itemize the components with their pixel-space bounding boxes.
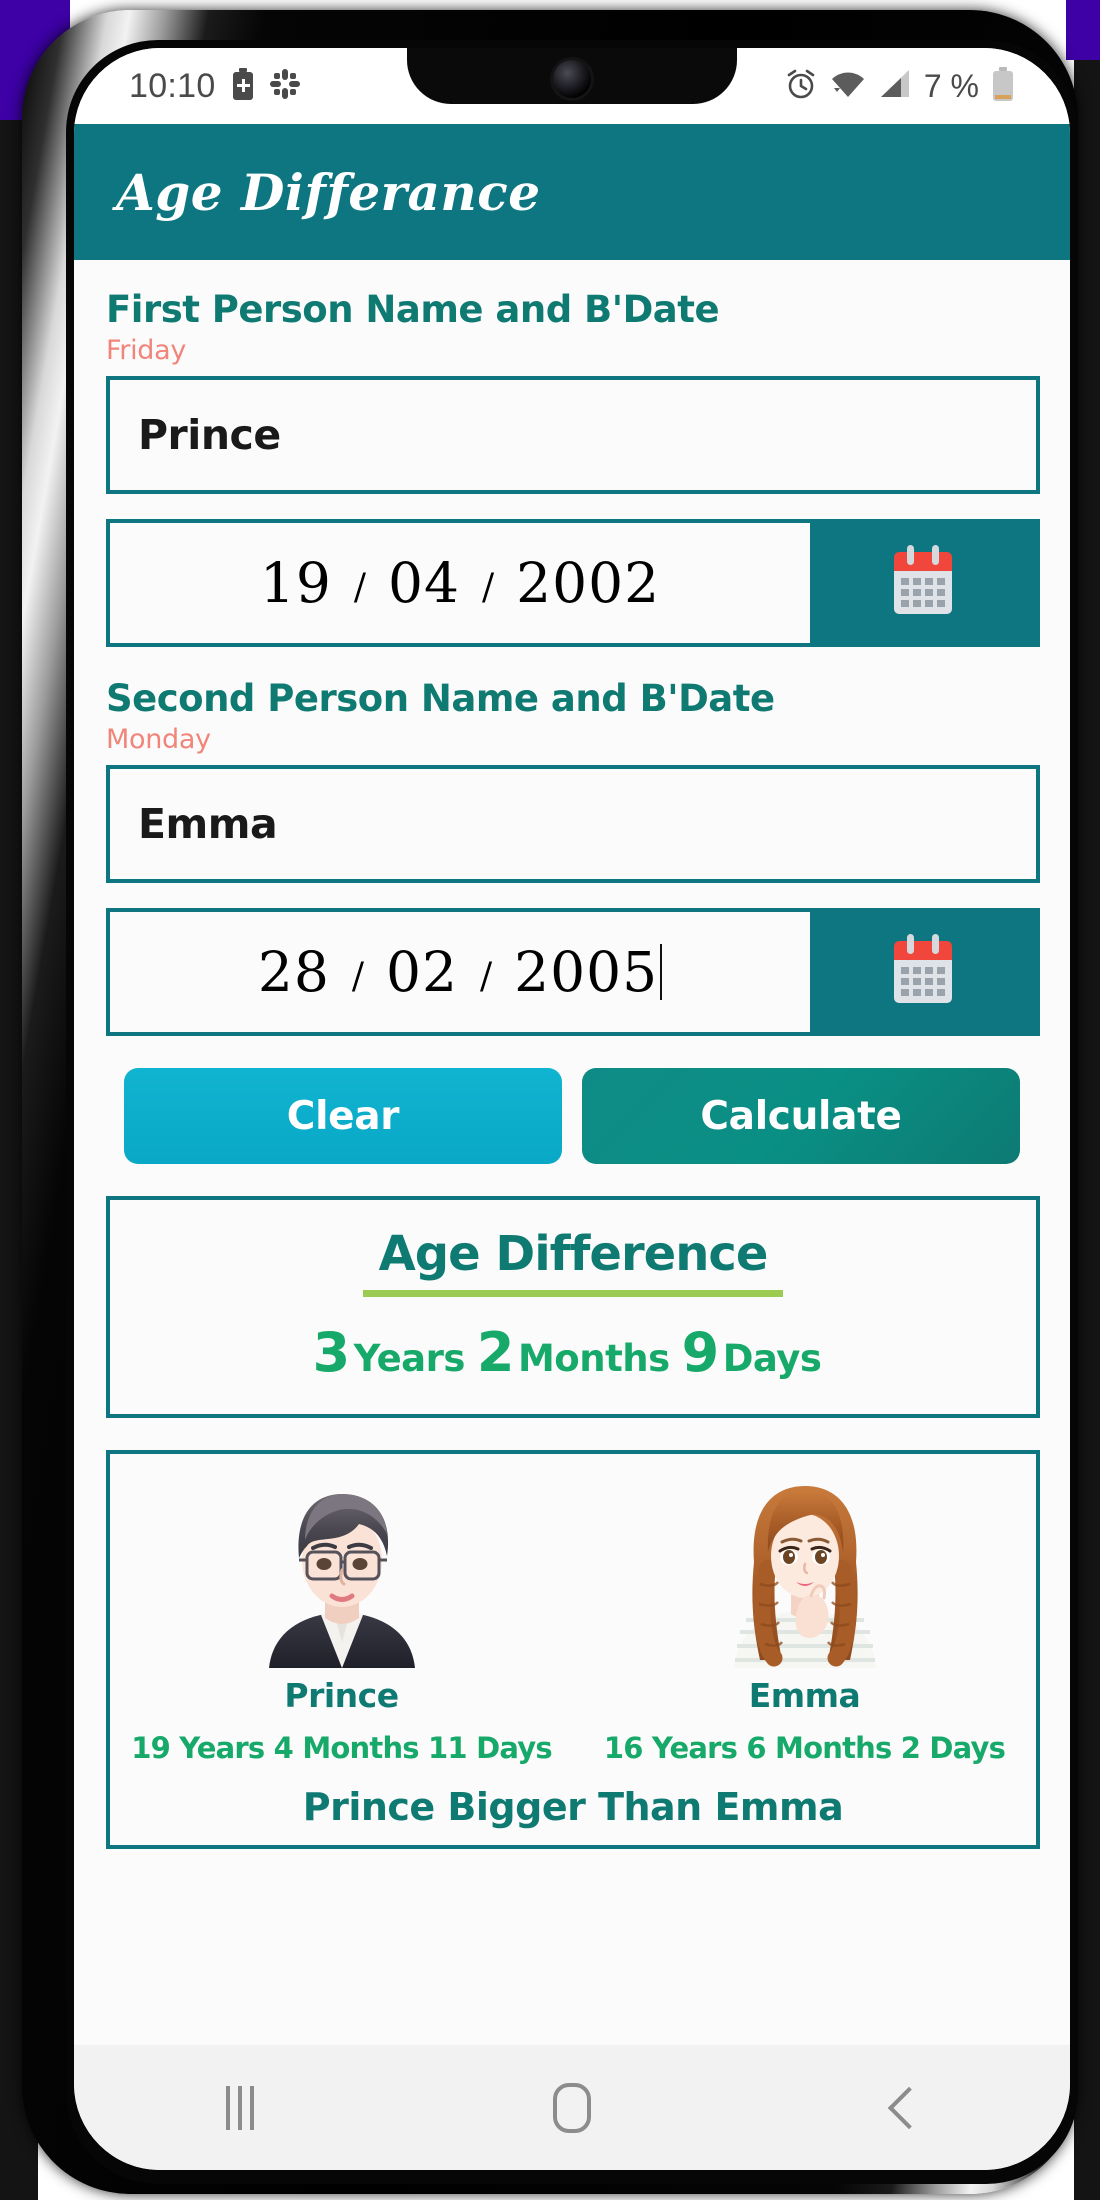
signal-icon xyxy=(879,69,911,103)
first-person-section-label: First Person Name and B'Date xyxy=(106,288,720,331)
second-person-date-row: 28 / 02 / 2005 xyxy=(106,908,1040,1036)
text-cursor xyxy=(660,944,663,1000)
first-person-calendar-button[interactable] xyxy=(810,523,1036,643)
person-two-block: Emma xyxy=(615,1472,995,1715)
ages-row: 19 Years 4 Months 11 Days 16 Years 6 Mon… xyxy=(110,1731,1036,1765)
front-camera-icon xyxy=(553,60,591,98)
second-person-name-input[interactable]: Emma xyxy=(106,765,1040,883)
alarm-icon xyxy=(785,68,817,104)
battery-charging-icon xyxy=(232,68,254,104)
first-person-date-input[interactable]: 19 / 04 / 2002 xyxy=(110,523,810,643)
difference-years-unit: Years xyxy=(353,1337,466,1380)
date-separator: / xyxy=(353,566,366,608)
second-person-section-label: Second Person Name and B'Date xyxy=(106,677,775,720)
comparison-verdict: Prince Bigger Than Emma xyxy=(302,1785,844,1829)
male-avatar xyxy=(268,1494,415,1668)
phone-frame: 10:10 7 % Age Differance First Person Na… xyxy=(22,10,1078,2194)
home-icon xyxy=(553,2082,591,2133)
calendar-icon xyxy=(894,545,952,614)
second-person-day: 28 xyxy=(257,940,330,1004)
result-title-underline xyxy=(363,1290,783,1297)
difference-days-unit: Days xyxy=(722,1337,822,1380)
backdrop-purple-top-right xyxy=(1066,0,1100,60)
person-comparison-card: Prince Emma 19 Years 4 Months 11 Days 16… xyxy=(106,1450,1040,1849)
first-person-name-input[interactable]: Prince xyxy=(106,376,1040,494)
second-person-name-value: Emma xyxy=(138,800,278,848)
status-bar-left: 10:10 xyxy=(129,67,300,106)
difference-months-unit: Months xyxy=(517,1337,670,1380)
second-person-weekday: Monday xyxy=(106,724,211,755)
difference-days-value: 9 xyxy=(681,1321,720,1384)
action-button-row: Clear Calculate xyxy=(106,1068,1038,1164)
recents-icon xyxy=(226,2085,254,2130)
person-one-name: Prince xyxy=(284,1676,399,1715)
date-separator: / xyxy=(482,566,495,608)
app-title: Age Differance xyxy=(116,162,541,222)
slack-icon xyxy=(269,69,300,103)
date-separator: / xyxy=(351,955,364,997)
person-two-avatar-wrap xyxy=(615,1472,995,1668)
person-two-name: Emma xyxy=(748,1676,861,1715)
person-one-avatar-wrap xyxy=(152,1472,532,1668)
clear-button[interactable]: Clear xyxy=(124,1068,562,1164)
back-button[interactable] xyxy=(844,2063,964,2153)
first-person-weekday: Friday xyxy=(106,335,187,366)
battery-percent-label: 7 % xyxy=(923,67,979,104)
system-navigation-bar xyxy=(74,2045,1070,2170)
first-person-date-row: 19 / 04 / 2002 xyxy=(106,519,1040,647)
calculate-button[interactable]: Calculate xyxy=(582,1068,1020,1164)
main-content: First Person Name and B'Date Friday Prin… xyxy=(74,260,1070,2045)
first-person-month: 04 xyxy=(388,551,460,615)
status-bar-clock: 10:10 xyxy=(129,66,216,105)
result-card-title: Age Difference xyxy=(378,1226,769,1282)
difference-months-value: 2 xyxy=(476,1321,515,1384)
age-difference-value: 3 Years 2 Months 9 Days xyxy=(110,1321,1036,1384)
battery-icon xyxy=(992,67,1014,105)
second-person-date-input[interactable]: 28 / 02 / 2005 xyxy=(110,912,810,1032)
second-person-month: 02 xyxy=(386,940,458,1004)
second-person-calendar-button[interactable] xyxy=(810,912,1036,1032)
app-bar: Age Differance xyxy=(74,124,1070,260)
female-avatar xyxy=(733,1486,876,1668)
person-two-age: 16 Years 6 Months 2 Days xyxy=(603,1731,1006,1765)
date-separator: / xyxy=(480,955,493,997)
first-person-name-value: Prince xyxy=(138,411,281,459)
calendar-icon xyxy=(894,934,952,1003)
person-one-block: Prince xyxy=(152,1472,532,1715)
person-one-age: 19 Years 4 Months 11 Days xyxy=(131,1731,552,1765)
back-chevron-icon xyxy=(887,2086,931,2129)
wifi-icon xyxy=(830,69,866,103)
phone-screen: 10:10 7 % Age Differance First Person Na… xyxy=(74,48,1070,2170)
difference-years-value: 3 xyxy=(312,1321,351,1384)
age-difference-result-card: Age Difference 3 Years 2 Months 9 Days xyxy=(106,1196,1040,1418)
first-person-day: 19 xyxy=(259,551,332,615)
second-person-year: 2005 xyxy=(514,940,659,1004)
home-button[interactable] xyxy=(512,2063,632,2153)
recents-button[interactable] xyxy=(180,2063,300,2153)
status-bar-right: 7 % xyxy=(785,48,1014,124)
avatar-row: Prince Emma xyxy=(110,1472,1036,1715)
first-person-year: 2002 xyxy=(516,551,661,615)
